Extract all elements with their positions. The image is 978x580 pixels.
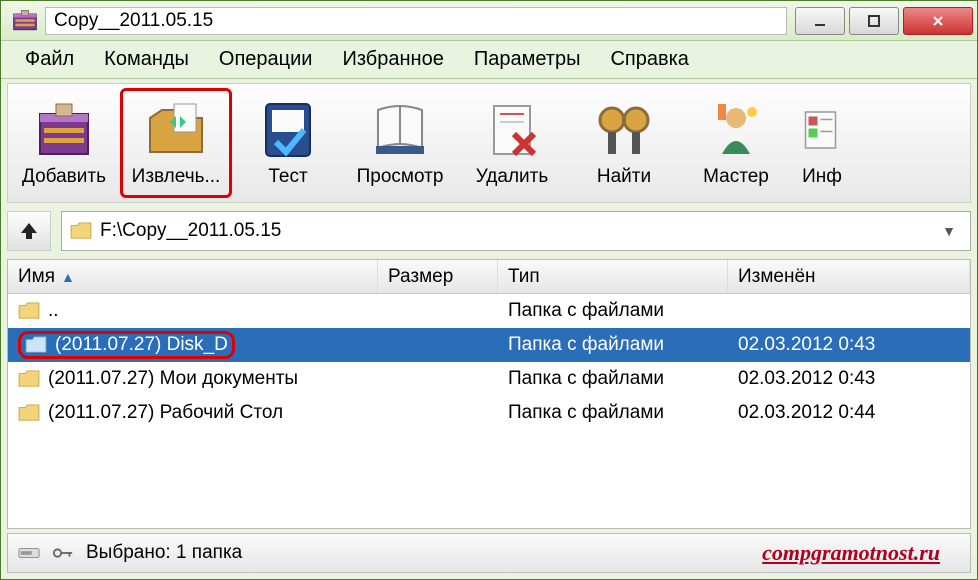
toolbar-add-button[interactable]: Добавить — [8, 88, 120, 198]
toolbar-wizard-button[interactable]: Мастер — [680, 88, 792, 198]
address-bar: F:\Copy__2011.05.15 ▼ — [7, 209, 971, 253]
file-modified: 02.03.2012 0:43 — [728, 368, 970, 390]
sort-ascending-icon: ▲ — [61, 269, 75, 285]
toolbar: Добавить Извлечь... Тест — [7, 83, 971, 203]
toolbar-view-label: Просмотр — [357, 166, 444, 188]
file-row[interactable]: (2011.07.27) Мои документы Папка с файла… — [8, 362, 970, 396]
window-title-field: Copy__2011.05.15 — [45, 7, 787, 35]
find-icon — [592, 98, 656, 162]
toolbar-view-button[interactable]: Просмотр — [344, 88, 456, 198]
file-list-header: Имя ▲ Размер Тип Изменён — [8, 260, 970, 294]
toolbar-delete-label: Удалить — [476, 166, 549, 188]
file-name: .. — [48, 300, 59, 322]
menu-file[interactable]: Файл — [11, 44, 88, 75]
arrow-up-icon — [17, 219, 41, 243]
toolbar-delete-button[interactable]: Удалить — [456, 88, 568, 198]
highlighted-selection: (2011.07.27) Disk_D — [18, 331, 235, 359]
toolbar-add-label: Добавить — [22, 166, 106, 188]
column-header-type[interactable]: Тип — [498, 260, 728, 293]
toolbar-info-label: Инф — [802, 166, 842, 188]
file-row-selected[interactable]: (2011.07.27) Disk_D Папка с файлами 02.0… — [8, 328, 970, 362]
file-type: Папка с файлами — [498, 368, 728, 390]
toolbar-test-label: Тест — [268, 166, 307, 188]
folder-icon — [70, 222, 92, 240]
archive-add-icon — [32, 98, 96, 162]
column-header-name[interactable]: Имя ▲ — [8, 260, 378, 293]
watermark-link[interactable]: compgramotnost.ru — [762, 540, 960, 566]
toolbar-find-button[interactable]: Найти — [568, 88, 680, 198]
toolbar-find-label: Найти — [597, 166, 651, 188]
delete-icon — [480, 98, 544, 162]
file-list: Имя ▲ Размер Тип Изменён .. Папка с файл… — [7, 259, 971, 529]
file-name: (2011.07.27) Мои документы — [48, 368, 298, 390]
file-rows: .. Папка с файлами (2011.07.27) Disk_D П… — [8, 294, 970, 528]
status-text: Выбрано: 1 папка — [86, 542, 242, 564]
menu-operations[interactable]: Операции — [205, 44, 327, 75]
disk-icon — [18, 545, 40, 561]
address-path: F:\Copy__2011.05.15 — [100, 220, 936, 242]
menu-favorites[interactable]: Избранное — [328, 44, 457, 75]
window-controls — [795, 7, 973, 35]
file-modified: 02.03.2012 0:43 — [728, 334, 970, 356]
maximize-button[interactable] — [849, 7, 899, 35]
menu-commands[interactable]: Команды — [90, 44, 203, 75]
file-name: (2011.07.27) Рабочий Стол — [48, 402, 283, 424]
file-type: Папка с файлами — [498, 334, 728, 356]
extract-icon — [144, 98, 208, 162]
winrar-app-icon — [11, 7, 39, 35]
minimize-button[interactable] — [795, 7, 845, 35]
folder-icon — [18, 302, 40, 320]
test-icon — [256, 98, 320, 162]
folder-icon — [25, 336, 47, 354]
window-title: Copy__2011.05.15 — [54, 10, 213, 32]
file-name: (2011.07.27) Disk_D — [55, 334, 228, 356]
up-one-level-button[interactable] — [7, 211, 51, 251]
folder-icon — [18, 370, 40, 388]
toolbar-test-button[interactable]: Тест — [232, 88, 344, 198]
folder-icon — [18, 404, 40, 422]
title-bar: Copy__2011.05.15 — [1, 1, 977, 41]
wizard-icon — [704, 98, 768, 162]
column-header-size[interactable]: Размер — [378, 260, 498, 293]
menu-help[interactable]: Справка — [596, 44, 702, 75]
close-button[interactable] — [903, 7, 973, 35]
view-icon — [368, 98, 432, 162]
status-bar: Выбрано: 1 папка compgramotnost.ru — [7, 533, 971, 573]
toolbar-info-button[interactable]: Инф — [792, 88, 852, 198]
file-modified: 02.03.2012 0:44 — [728, 402, 970, 424]
menu-params[interactable]: Параметры — [460, 44, 595, 75]
winrar-window: Copy__2011.05.15 Файл Команды Операции И… — [0, 0, 978, 580]
toolbar-extract-button[interactable]: Извлечь... — [120, 88, 232, 198]
address-field[interactable]: F:\Copy__2011.05.15 ▼ — [61, 211, 971, 251]
file-row-parent[interactable]: .. Папка с файлами — [8, 294, 970, 328]
file-type: Папка с файлами — [498, 300, 728, 322]
file-row[interactable]: (2011.07.27) Рабочий Стол Папка с файлам… — [8, 396, 970, 430]
info-icon — [798, 98, 846, 162]
address-dropdown-icon[interactable]: ▼ — [936, 223, 962, 239]
file-type: Папка с файлами — [498, 402, 728, 424]
toolbar-extract-label: Извлечь... — [132, 166, 221, 188]
toolbar-wizard-label: Мастер — [703, 166, 769, 188]
key-icon — [52, 545, 74, 561]
column-header-modified[interactable]: Изменён — [728, 260, 970, 293]
menu-bar: Файл Команды Операции Избранное Параметр… — [1, 41, 977, 79]
